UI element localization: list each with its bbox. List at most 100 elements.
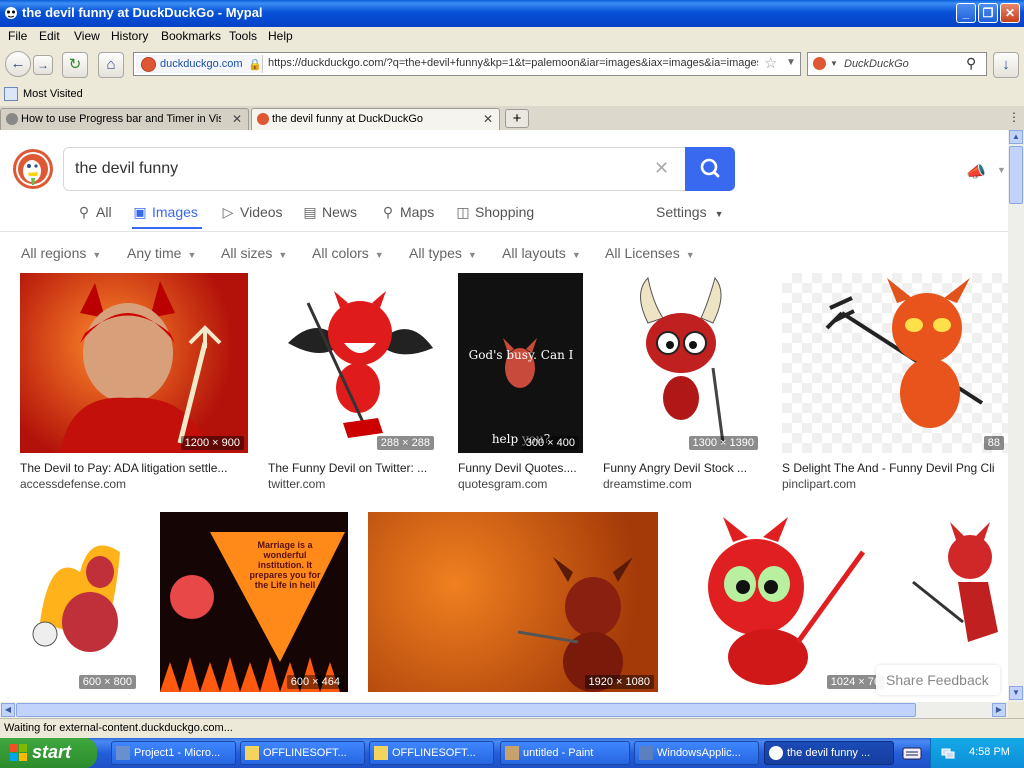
url-text[interactable]: https://duckduckgo.com/?q=the+devil+funn… <box>268 57 758 69</box>
maximize-button[interactable]: ❐ <box>978 3 998 23</box>
result-thumbnail[interactable]: 88 <box>782 273 1008 453</box>
browser-search-box[interactable]: ▼ DuckDuckGo ⚲ <box>807 52 987 76</box>
filter-color[interactable]: All colors ▼ <box>312 245 384 261</box>
keyboard-layout-icon[interactable] <box>900 741 924 765</box>
image-result[interactable]: 1300 × 1390 Funny Angry Devil Stock ... … <box>603 273 762 493</box>
image-result[interactable]: 1200 × 900 The Devil to Pay: ADA litigat… <box>20 273 248 493</box>
back-button[interactable]: ← <box>5 51 31 77</box>
settings-menu[interactable]: Settings ▼ <box>656 204 724 220</box>
result-title[interactable]: The Funny Devil on Twitter: ... <box>268 461 438 475</box>
tab-list-icon[interactable]: ⋮⋮ <box>1008 110 1024 124</box>
taskbar-item-project1[interactable]: Project1 - Micro... <box>111 741 236 765</box>
search-submit-button[interactable] <box>685 147 735 191</box>
result-source[interactable]: pinclipart.com <box>782 477 856 491</box>
bookmark-star-icon[interactable]: ☆ <box>764 54 777 72</box>
horizontal-scrollbar[interactable]: ◀ ▶ <box>0 702 1008 718</box>
duckduckgo-logo[interactable] <box>13 149 53 189</box>
image-result[interactable]: 88 S Delight The And - Funny Devil Png C… <box>782 273 1008 493</box>
taskbar-item-browser-active[interactable]: the devil funny ... <box>764 741 894 765</box>
result-title[interactable]: Funny Angry Devil Stock ... <box>603 461 762 475</box>
ddg-search-input[interactable]: the devil funny ✕ <box>63 147 735 191</box>
result-thumbnail[interactable]: God's busy. Can I help you? 300 × 400 <box>458 273 583 453</box>
site-identity-box[interactable]: duckduckgo.com 🔒 <box>136 55 263 73</box>
new-tab-button[interactable]: + <box>505 109 529 128</box>
scroll-right-arrow-icon[interactable]: ▶ <box>992 703 1006 717</box>
horizontal-scroll-thumb[interactable] <box>16 703 916 717</box>
image-result[interactable]: 600 × 800 <box>20 512 140 692</box>
taskbar-item-folder-1[interactable]: OFFLINESOFT... <box>240 741 365 765</box>
megaphone-icon[interactable]: 📣 <box>966 162 986 182</box>
network-icon[interactable] <box>941 746 955 760</box>
engine-dropdown-icon[interactable]: ▼ <box>830 59 838 68</box>
image-result[interactable]: 1024 × 76 <box>678 512 888 692</box>
vertical-scroll-thumb[interactable] <box>1009 146 1023 204</box>
tab-close-icon[interactable]: ✕ <box>483 112 493 126</box>
result-title[interactable]: Funny Devil Quotes.... <box>458 461 583 475</box>
vertical-scrollbar[interactable]: ▲ ▼ <box>1008 130 1024 702</box>
tab-all[interactable]: ⚲ All <box>76 204 112 221</box>
menu-file[interactable]: File <box>8 29 27 43</box>
search-icon[interactable]: ⚲ <box>966 55 976 72</box>
chevron-down-icon[interactable]: ▼ <box>997 165 1006 175</box>
scroll-left-arrow-icon[interactable]: ◀ <box>1 703 15 717</box>
result-thumbnail[interactable]: 1920 × 1080 <box>368 512 658 692</box>
image-result[interactable]: God's busy. Can I help you? 300 × 400 Fu… <box>458 273 583 493</box>
most-visited-bookmark[interactable]: Most Visited <box>23 88 83 100</box>
result-source[interactable]: dreamstime.com <box>603 477 692 491</box>
clear-search-icon[interactable]: ✕ <box>654 158 669 179</box>
filter-layout[interactable]: All layouts ▼ <box>502 245 581 261</box>
tab-progress-bar-tutorial[interactable]: How to use Progress bar and Timer in Vis… <box>0 108 249 130</box>
result-source[interactable]: accessdefense.com <box>20 477 126 491</box>
tab-maps[interactable]: ⚲ Maps <box>380 204 434 221</box>
clock[interactable]: 4:58 PM <box>969 746 1010 758</box>
menu-tools[interactable]: Tools <box>229 29 257 43</box>
filter-region[interactable]: All regions ▼ <box>21 245 101 261</box>
result-source[interactable]: twitter.com <box>268 477 325 491</box>
tab-shopping[interactable]: ◫ Shopping <box>455 204 534 221</box>
taskbar-item-windowsapplication[interactable]: WindowsApplic... <box>634 741 759 765</box>
scroll-down-arrow-icon[interactable]: ▼ <box>1009 686 1023 700</box>
close-button[interactable]: ✕ <box>1000 3 1020 23</box>
reload-button[interactable]: ↻ <box>62 52 88 78</box>
tab-news[interactable]: ▤ News <box>302 204 357 221</box>
result-thumbnail[interactable]: 1200 × 900 <box>20 273 248 453</box>
start-button[interactable]: start <box>0 738 97 768</box>
downloads-button[interactable]: ↓ <box>993 52 1019 78</box>
filter-type[interactable]: All types ▼ <box>409 245 477 261</box>
result-thumbnail[interactable]: 600 × 800 <box>20 512 140 692</box>
url-dropdown-icon[interactable]: ▼ <box>786 57 796 68</box>
filter-time[interactable]: Any time ▼ <box>127 245 196 261</box>
result-thumbnail[interactable]: Marriage is a wonderful institution. It … <box>160 512 348 692</box>
search-query-text[interactable]: the devil funny <box>75 160 178 178</box>
filter-license[interactable]: All Licenses ▼ <box>605 245 695 261</box>
window-title-bar[interactable]: the devil funny at DuckDuckGo - Mypal _ … <box>0 0 1024 27</box>
tab-videos[interactable]: ▷ Videos <box>220 204 283 221</box>
taskbar-item-paint[interactable]: untitled - Paint <box>500 741 630 765</box>
tab-close-icon[interactable]: ✕ <box>232 112 242 126</box>
home-button[interactable]: ⌂ <box>98 52 124 78</box>
image-result[interactable]: 1920 × 1080 <box>368 512 658 692</box>
forward-button[interactable]: → <box>33 55 53 75</box>
menu-bookmarks[interactable]: Bookmarks <box>161 29 221 43</box>
menu-edit[interactable]: Edit <box>39 29 60 43</box>
tab-images[interactable]: ▣ Images <box>132 204 198 221</box>
result-title[interactable]: The Devil to Pay: ADA litigation settle.… <box>20 461 248 475</box>
menu-history[interactable]: History <box>111 29 148 43</box>
search-engine-icon[interactable] <box>813 57 826 70</box>
taskbar-item-folder-2[interactable]: OFFLINESOFT... <box>369 741 494 765</box>
menu-view[interactable]: View <box>74 29 100 43</box>
result-thumbnail[interactable]: 288 × 288 <box>268 273 438 453</box>
result-title[interactable]: S Delight The And - Funny Devil Png Cli <box>782 461 1008 475</box>
share-feedback-button[interactable]: Share Feedback <box>876 665 1000 695</box>
result-source[interactable]: quotesgram.com <box>458 477 547 491</box>
image-result[interactable]: Marriage is a wonderful institution. It … <box>160 512 348 692</box>
result-thumbnail[interactable]: 1300 × 1390 <box>603 273 762 453</box>
image-result[interactable]: 288 × 288 The Funny Devil on Twitter: ..… <box>268 273 438 493</box>
minimize-button[interactable]: _ <box>956 3 976 23</box>
result-thumbnail[interactable]: 1024 × 76 <box>678 512 888 692</box>
scroll-up-arrow-icon[interactable]: ▲ <box>1009 130 1023 144</box>
url-bar[interactable]: duckduckgo.com 🔒 https://duckduckgo.com/… <box>133 52 801 76</box>
menu-help[interactable]: Help <box>268 29 293 43</box>
filter-size[interactable]: All sizes ▼ <box>221 245 287 261</box>
tab-ddg-search[interactable]: the devil funny at DuckDuckGo ✕ <box>251 108 500 130</box>
